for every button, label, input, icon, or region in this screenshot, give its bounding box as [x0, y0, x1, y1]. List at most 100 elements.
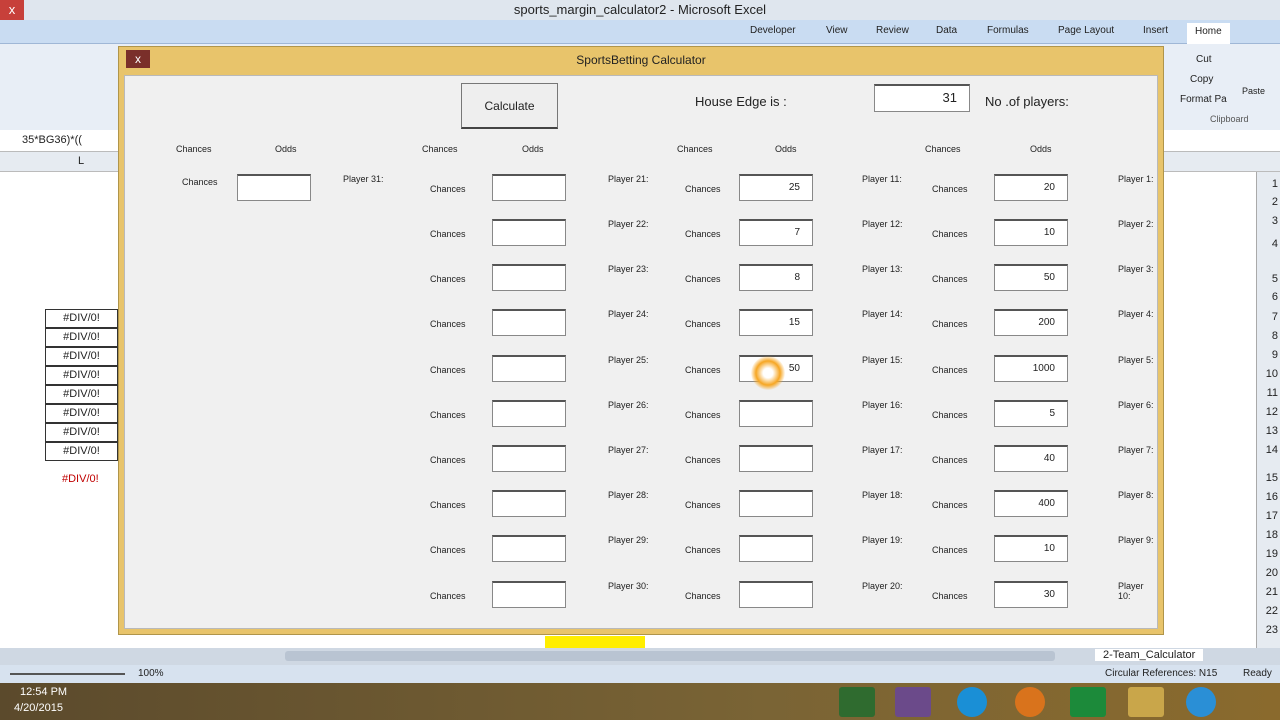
dialog-close-button[interactable]: x	[126, 50, 150, 68]
row-number[interactable]: 4	[1272, 238, 1278, 250]
row-number[interactable]: 8	[1272, 330, 1278, 342]
row-number[interactable]: 16	[1266, 491, 1278, 503]
window-close-button[interactable]: x	[0, 0, 24, 20]
odds-input[interactable]: 50	[994, 264, 1068, 291]
row-number[interactable]: 12	[1266, 406, 1278, 418]
row-number[interactable]: 9	[1272, 349, 1278, 361]
odds-input[interactable]: 10	[994, 219, 1068, 246]
odds-input[interactable]	[739, 445, 813, 472]
row-number[interactable]: 15	[1266, 472, 1278, 484]
odds-input[interactable]: 8	[739, 264, 813, 291]
zoom-level[interactable]: 100%	[138, 668, 164, 679]
odds-input[interactable]: 5	[994, 400, 1068, 427]
excel-taskbar-icon[interactable]	[839, 687, 875, 717]
chances-label: Chances	[430, 455, 466, 465]
div-cell[interactable]: #DIV/0!	[45, 366, 118, 385]
odds-header: Odds	[522, 144, 544, 154]
firefox-taskbar-icon[interactable]	[1015, 687, 1045, 717]
div-cell[interactable]: #DIV/0!	[45, 442, 118, 461]
odds-input[interactable]: 40	[994, 445, 1068, 472]
odds-input[interactable]	[492, 219, 566, 246]
players-input[interactable]: 31	[874, 84, 970, 112]
player-label: Player 14:	[862, 309, 903, 319]
odds-input[interactable]	[492, 355, 566, 382]
odds-input[interactable]	[739, 581, 813, 608]
row-number[interactable]: 1	[1272, 178, 1278, 190]
odds-input[interactable]	[492, 535, 566, 562]
row-number[interactable]: 22	[1266, 605, 1278, 617]
horizontal-scrollbar[interactable]	[285, 651, 1055, 661]
div-red-cell[interactable]: #DIV/0!	[62, 473, 99, 485]
copy-button[interactable]: Copy	[1190, 74, 1213, 85]
row-number[interactable]: 3	[1272, 215, 1278, 227]
tab-insert[interactable]: Insert	[1143, 25, 1168, 36]
cut-button[interactable]: Cut	[1196, 54, 1212, 65]
odds-input[interactable]	[492, 445, 566, 472]
ie-taskbar-icon[interactable]	[1186, 687, 1216, 717]
tab-page-layout[interactable]: Page Layout	[1058, 25, 1114, 36]
div-cell[interactable]: #DIV/0!	[45, 385, 118, 404]
tab-view[interactable]: View	[826, 25, 848, 36]
skype-taskbar-icon[interactable]	[957, 687, 987, 717]
row-number[interactable]: 5	[1272, 273, 1278, 285]
zoom-slider[interactable]	[10, 673, 125, 675]
row-number[interactable]: 17	[1266, 510, 1278, 522]
format-painter-button[interactable]: Format Pa	[1180, 94, 1227, 105]
odds-input[interactable]: 25	[739, 174, 813, 201]
div-cell[interactable]: #DIV/0!	[45, 423, 118, 442]
odds-input[interactable]	[739, 535, 813, 562]
odds-input[interactable]: 7	[739, 219, 813, 246]
row-number[interactable]: 7	[1272, 311, 1278, 323]
player-label: Player 16:	[862, 400, 903, 410]
odds-input[interactable]: 10	[994, 535, 1068, 562]
odds-input[interactable]	[492, 490, 566, 517]
div-cell[interactable]: #DIV/0!	[45, 309, 118, 328]
chances-label: Chances	[430, 591, 466, 601]
row-number[interactable]: 2	[1272, 196, 1278, 208]
app-taskbar-icon[interactable]	[895, 687, 931, 717]
tab-data[interactable]: Data	[936, 25, 957, 36]
tab-home[interactable]: Home	[1187, 23, 1230, 44]
tab-formulas[interactable]: Formulas	[987, 25, 1029, 36]
row-number[interactable]: 18	[1266, 529, 1278, 541]
div-cell[interactable]: #DIV/0!	[45, 404, 118, 423]
row-number[interactable]: 23	[1266, 624, 1278, 636]
odds-input[interactable]: 15	[739, 309, 813, 336]
odds-input[interactable]	[492, 581, 566, 608]
player-label: Player 1:	[1118, 174, 1154, 184]
div-cell[interactable]: #DIV/0!	[45, 347, 118, 366]
row-number[interactable]: 13	[1266, 425, 1278, 437]
odds-input[interactable]	[739, 490, 813, 517]
formula-input[interactable]: 35*BG36)*((	[22, 134, 82, 146]
player-label: Player 5:	[1118, 355, 1154, 365]
store-taskbar-icon[interactable]	[1070, 687, 1106, 717]
odds-input[interactable]: 20	[994, 174, 1068, 201]
status-bar: Ready Circular References: N15 100%	[0, 665, 1280, 683]
odds-input[interactable]: 400	[994, 490, 1068, 517]
row-number[interactable]: 11	[1267, 387, 1278, 399]
row-number[interactable]: 21	[1266, 586, 1278, 598]
odds-input[interactable]	[492, 174, 566, 201]
odds-input[interactable]: 200	[994, 309, 1068, 336]
row-number[interactable]: 20	[1266, 567, 1278, 579]
sheet-tab[interactable]: 2-Team_Calculator	[1095, 649, 1204, 661]
paste-button[interactable]: Paste	[1242, 86, 1265, 96]
div-cell[interactable]: #DIV/0!	[45, 328, 118, 347]
odds-input[interactable]	[492, 264, 566, 291]
calculate-button[interactable]: Calculate	[461, 83, 558, 129]
row-number[interactable]: 10	[1266, 368, 1278, 380]
odds-input[interactable]	[739, 400, 813, 427]
explorer-taskbar-icon[interactable]	[1128, 687, 1164, 717]
odds-input[interactable]	[492, 400, 566, 427]
odds-input[interactable]: 30	[994, 581, 1068, 608]
odds-header: Odds	[1030, 144, 1052, 154]
tab-review[interactable]: Review	[876, 25, 909, 36]
odds-input[interactable]: 1000	[994, 355, 1068, 382]
tab-developer[interactable]: Developer	[750, 25, 796, 36]
status-ready: Ready	[1243, 668, 1272, 679]
odds-input[interactable]	[492, 309, 566, 336]
row-number[interactable]: 6	[1272, 291, 1278, 303]
row-number[interactable]: 19	[1266, 548, 1278, 560]
odds-input[interactable]	[237, 174, 311, 201]
row-number[interactable]: 14	[1266, 444, 1278, 456]
